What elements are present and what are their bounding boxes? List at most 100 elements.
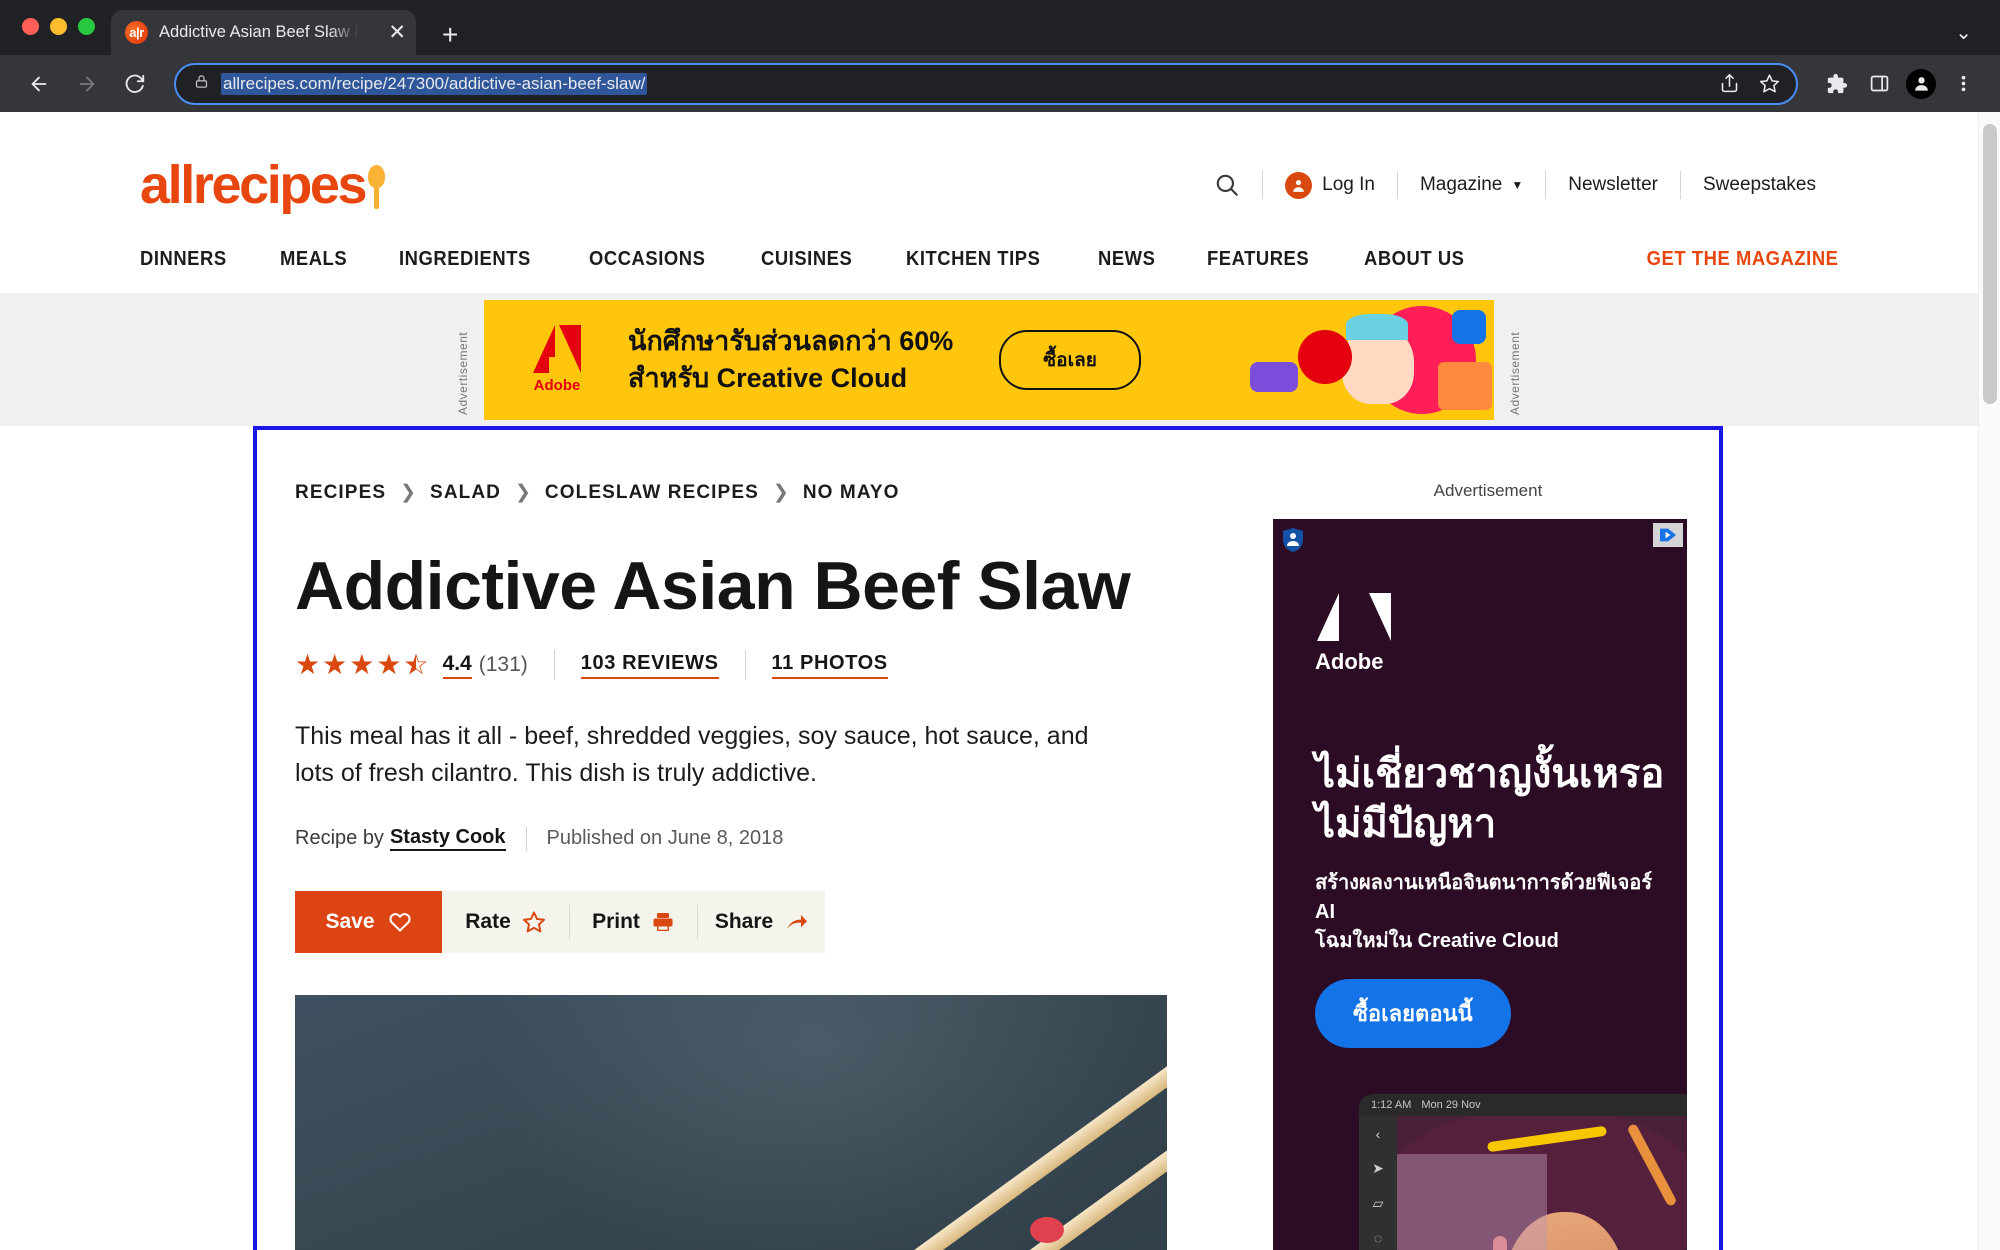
- rate-label: Rate: [465, 910, 511, 934]
- user-avatar-icon: [1285, 171, 1313, 199]
- breadcrumb-item-coleslaw-recipes[interactable]: COLESLAW RECIPES: [545, 482, 759, 504]
- divider: [744, 650, 746, 681]
- nav-item-meals[interactable]: MEALS: [280, 248, 347, 271]
- reload-button[interactable]: [114, 63, 156, 105]
- site-header-top: allrecipes Log In Magazine ▼ Newsletter …: [0, 140, 1978, 230]
- extensions-puzzle-icon[interactable]: [1818, 65, 1856, 103]
- window-controls[interactable]: [22, 18, 95, 55]
- canvas-purple-overlay: [1397, 1154, 1547, 1250]
- star-filled-icon: ★: [349, 649, 375, 681]
- sweepstakes-link[interactable]: Sweepstakes: [1681, 174, 1838, 196]
- close-tab-icon[interactable]: ✕: [388, 22, 406, 43]
- browser-tab-active[interactable]: a|r Addictive Asian Beef Slaw Reci ✕: [111, 10, 416, 55]
- recipe-hero-image[interactable]: [295, 995, 1167, 1250]
- chevron-right-icon: ❯: [772, 482, 789, 503]
- minimize-window-button[interactable]: [50, 18, 67, 35]
- advertisement-label-sidebar: Advertisement: [1433, 481, 1543, 500]
- author-link[interactable]: Stasty Cook: [389, 826, 506, 852]
- side-panel-icon[interactable]: [1860, 65, 1898, 103]
- chili-icon: [1030, 1217, 1064, 1244]
- breadcrumb-item-salad[interactable]: SALAD: [430, 482, 501, 504]
- star-rating-icon[interactable]: ★ ★ ★ ★ ★: [295, 651, 429, 679]
- divider: [553, 650, 555, 681]
- transform-icon: ▱: [1372, 1195, 1384, 1211]
- bookmark-star-icon[interactable]: [1752, 67, 1786, 101]
- nav-item-kitchen-tips[interactable]: KITCHEN TIPS: [906, 248, 1040, 271]
- magazine-dropdown[interactable]: Magazine ▼: [1398, 174, 1545, 196]
- newsletter-link[interactable]: Newsletter: [1546, 174, 1680, 196]
- browser-tab-strip: a|r Addictive Asian Beef Slaw Reci ✕ + ⌄: [0, 0, 2000, 55]
- allrecipes-page: allrecipes Log In Magazine ▼ Newsletter …: [0, 112, 1978, 1250]
- tablet-date: Mon 29 Nov: [1421, 1099, 1481, 1111]
- allrecipes-logo[interactable]: allrecipes: [140, 158, 386, 212]
- sidebar-ad-headline-line-1: ไม่เชี่ยวชาญงั้นเหรอ: [1315, 752, 1665, 796]
- recipe-main-column: RECIPES ❯ SALAD ❯ COLESLAW RECIPES ❯ NO …: [295, 481, 1167, 1250]
- adobe-logo: Adobe: [502, 325, 612, 394]
- three-dot-menu-icon[interactable]: [1944, 65, 1982, 103]
- reviews-link[interactable]: 103 REVIEWS: [580, 652, 719, 679]
- get-the-magazine-button[interactable]: GET THE MAGAZINE: [1646, 248, 1838, 271]
- rate-button[interactable]: Rate: [442, 891, 569, 953]
- login-button[interactable]: Log In: [1263, 171, 1397, 199]
- leaderboard-ad-strip: Advertisement Adobe นักศึกษารับส่วนลดกว่…: [0, 293, 1978, 426]
- sidebar-ad-subtext-line-1: สร้างผลงานเหนือจินตนาการด้วยฟีเจอร์ AI: [1315, 872, 1653, 923]
- photos-link[interactable]: 11 PHOTOS: [771, 652, 888, 679]
- forward-button[interactable]: [66, 63, 108, 105]
- divider: [525, 826, 527, 851]
- print-button[interactable]: Print: [570, 891, 697, 953]
- url-text[interactable]: allrecipes.com/recipe/247300/addictive-a…: [221, 72, 648, 95]
- maximize-window-button[interactable]: [78, 18, 95, 35]
- tablet-artwork: [1397, 1116, 1687, 1250]
- tablet-mockup: 1:12 AM Mon 29 Nov ‹ ➤ ▱ ◌ ✎: [1359, 1094, 1687, 1250]
- nav-item-cuisines[interactable]: CUISINES: [761, 248, 852, 271]
- leaderboard-ad-cta-button[interactable]: ซื้อเลย: [999, 329, 1141, 390]
- omnibox-actions: [1712, 67, 1790, 101]
- recipe-byline: Recipe by Stasty Cook Published on June …: [295, 826, 1135, 852]
- ad-headline-line-1: นักศึกษารับส่วนลดกว่า 60%: [628, 326, 954, 357]
- breadcrumb-item-recipes[interactable]: RECIPES: [295, 482, 386, 504]
- lasso-icon: ◌: [1373, 1230, 1383, 1246]
- scrollbar-thumb[interactable]: [1983, 124, 1997, 404]
- share-icon[interactable]: [1712, 67, 1746, 101]
- nav-item-ingredients[interactable]: INGREDIENTS: [399, 248, 531, 271]
- sidebar-ad[interactable]: Adobe ไม่เชี่ยวชาญงั้นเหรอ ไม่มีปัญหา สร…: [1273, 519, 1687, 1250]
- sidebar-ad-subtext-line-2: โฉมใหม่ใน Creative Cloud: [1315, 930, 1559, 952]
- search-icon: [1214, 172, 1240, 198]
- tab-search-chevron-down-icon[interactable]: ⌄: [1955, 23, 1972, 43]
- nav-item-features[interactable]: FEATURES: [1207, 248, 1309, 271]
- breadcrumb: RECIPES ❯ SALAD ❯ COLESLAW RECIPES ❯ NO …: [295, 481, 1135, 504]
- chevron-right-icon: ❯: [400, 482, 417, 503]
- new-tab-button[interactable]: +: [442, 21, 458, 55]
- nav-item-news[interactable]: NEWS: [1098, 248, 1155, 271]
- breadcrumb-item-no-mayo[interactable]: NO MAYO: [803, 482, 900, 504]
- page-scrollbar[interactable]: [1978, 112, 2000, 1250]
- login-label: Log In: [1322, 174, 1375, 195]
- page-title: Addictive Asian Beef Slaw: [295, 548, 1131, 624]
- arrow-share-icon: [784, 910, 808, 934]
- site-header: allrecipes Log In Magazine ▼ Newsletter …: [0, 112, 1978, 293]
- nav-item-about-us[interactable]: ABOUT US: [1364, 248, 1465, 271]
- advertisement-label-right: Advertisement: [1508, 331, 1522, 415]
- share-button[interactable]: Share: [698, 891, 825, 953]
- save-button[interactable]: Save: [295, 891, 442, 954]
- recipe-content-wrapper: RECIPES ❯ SALAD ❯ COLESLAW RECIPES ❯ NO …: [0, 426, 1978, 1250]
- recipe-description: This meal has it all - beef, shredded ve…: [295, 722, 1089, 788]
- save-label: Save: [325, 910, 375, 934]
- share-label: Share: [714, 910, 774, 934]
- profile-icon[interactable]: [1902, 65, 1940, 103]
- browser-toolbar: allrecipes.com/recipe/247300/addictive-a…: [0, 55, 2000, 112]
- ad-play-icon[interactable]: [1653, 523, 1683, 547]
- nav-item-occasions[interactable]: OCCASIONS: [589, 248, 705, 271]
- address-bar[interactable]: allrecipes.com/recipe/247300/addictive-a…: [174, 62, 1798, 105]
- nav-item-dinners[interactable]: DINNERS: [140, 248, 227, 271]
- adchoices-icon[interactable]: [1281, 527, 1305, 553]
- search-button[interactable]: [1192, 172, 1262, 198]
- toolbar-right-actions: [1818, 65, 1982, 103]
- star-filled-icon: ★: [322, 649, 348, 681]
- leaderboard-ad[interactable]: Adobe นักศึกษารับส่วนลดกว่า 60% สำหรับ C…: [484, 299, 1494, 420]
- adobe-a-icon: [531, 325, 583, 373]
- close-window-button[interactable]: [22, 18, 39, 35]
- back-button[interactable]: [18, 63, 60, 105]
- sidebar-ad-cta-button[interactable]: ซื้อเลยตอนนี้: [1315, 979, 1511, 1048]
- tab-strip-right: ⌄: [1955, 23, 2000, 55]
